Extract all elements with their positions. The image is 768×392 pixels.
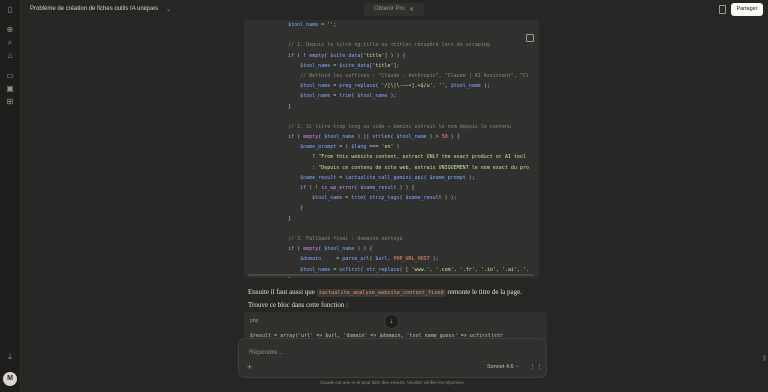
code-line: // 1. Depuis le titre og:title ou <title…: [288, 42, 490, 49]
get-pro-label: Obtenir Pro: [374, 6, 405, 12]
code-line: $tool_name = $site_data['title'];: [300, 62, 400, 69]
chevron-down-icon[interactable]: ⌄: [166, 6, 171, 13]
code-line: }: [264, 215, 292, 222]
projects-icon[interactable]: ▣: [5, 84, 15, 94]
code-line: }: [264, 205, 304, 212]
plus-icon[interactable]: +: [247, 363, 252, 372]
code-line: $tool_name = '';: [288, 22, 337, 28]
message-text-before: Ensuite il faut aussi que: [248, 288, 317, 296]
reply-input[interactable]: [249, 347, 479, 357]
topbar: Problème de création de fiches outils IA…: [20, 0, 768, 20]
code-line: if ( ! is_wp_error( $name_result ) ) {: [300, 185, 415, 191]
code-block: $tool_name = ''; // 1. Depuis le titre o…: [244, 20, 539, 278]
horizontal-scrollbar[interactable]: [248, 274, 534, 276]
code-lines: $tool_name = ''; // 1. Depuis le titre o…: [264, 20, 529, 278]
code-line: ? "From this website content, extract ON…: [264, 154, 526, 161]
chevron-down-icon[interactable]: ⌄: [515, 363, 520, 369]
conversation-title[interactable]: Problème de création de fiches outils IA…: [30, 6, 158, 12]
search-icon[interactable]: ⌕: [5, 38, 15, 48]
code-language-label: php: [250, 318, 259, 324]
code-line: $name_result = iactualite_call_gemini_ap…: [300, 174, 475, 181]
scroll-down-button[interactable]: ↓: [384, 314, 399, 329]
code-line: // 2. Si titre trop long ou vide → Gemin…: [288, 123, 511, 130]
code-line: // Nettoie les suffixes : "Claude - Anth…: [300, 72, 529, 79]
code-line: $name_prompt = ( $lang === 'en' ): [300, 144, 400, 151]
share-button[interactable]: Partager: [731, 3, 763, 16]
code-line: // 3. Fallback final : domaine nettoyé: [288, 235, 403, 242]
model-selector[interactable]: Sonnet 4.6: [487, 364, 514, 370]
code-line: $domain = parse_url( $url, PHP_URL_HOST …: [300, 256, 439, 263]
code-line: }: [264, 103, 292, 110]
code-line: : "Depuis ce contenu de site web, extrai…: [264, 164, 529, 171]
assistant-message: Ensuite il faut aussi que iactualite_ana…: [248, 287, 540, 311]
voice-icon[interactable]: ⋮⋮: [529, 363, 543, 371]
code-line: if ( empty( $tool_name ) ) {: [288, 246, 373, 253]
disclaimer: Claude est une IA et peut faire des erre…: [319, 380, 466, 385]
close-icon[interactable]: ✕: [409, 6, 414, 13]
sidebar: ▯ ⊕ ⌕ ⌂ ▭ ▣ ⊞ ⤓ M: [0, 0, 21, 392]
composer: + Sonnet 4.6 ⌄ ⋮⋮: [238, 338, 547, 378]
code-line: $tool_name = trim( $tool_name );: [300, 93, 397, 100]
code-line: $tool_name = trim( strip_tags( $name_res…: [312, 195, 457, 202]
code-line: if ( ! empty( $site_data['title'] ) ) {: [288, 52, 406, 59]
get-pro-tab[interactable]: Obtenir Pro ✕: [364, 3, 424, 16]
new-chat-icon[interactable]: ⊕: [5, 25, 15, 35]
customize-icon[interactable]: ⌂: [5, 51, 15, 61]
main-scrollbar[interactable]: [763, 355, 766, 361]
document-icon[interactable]: [719, 5, 726, 14]
artifacts-icon[interactable]: ⊞: [5, 97, 15, 107]
code-line: $tool_name = preg_replace( '/[\|\-—–•].+…: [300, 83, 490, 90]
sidebar-toggle-icon[interactable]: ▯: [5, 5, 15, 15]
download-icon[interactable]: ⤓: [5, 352, 15, 362]
inline-code: iactualite_analyze_website_content_fixed: [316, 289, 446, 297]
code-line: if ( empty( $tool_name ) || strlen( $too…: [288, 134, 460, 141]
avatar[interactable]: M: [3, 372, 17, 386]
chats-icon[interactable]: ▭: [5, 71, 15, 81]
